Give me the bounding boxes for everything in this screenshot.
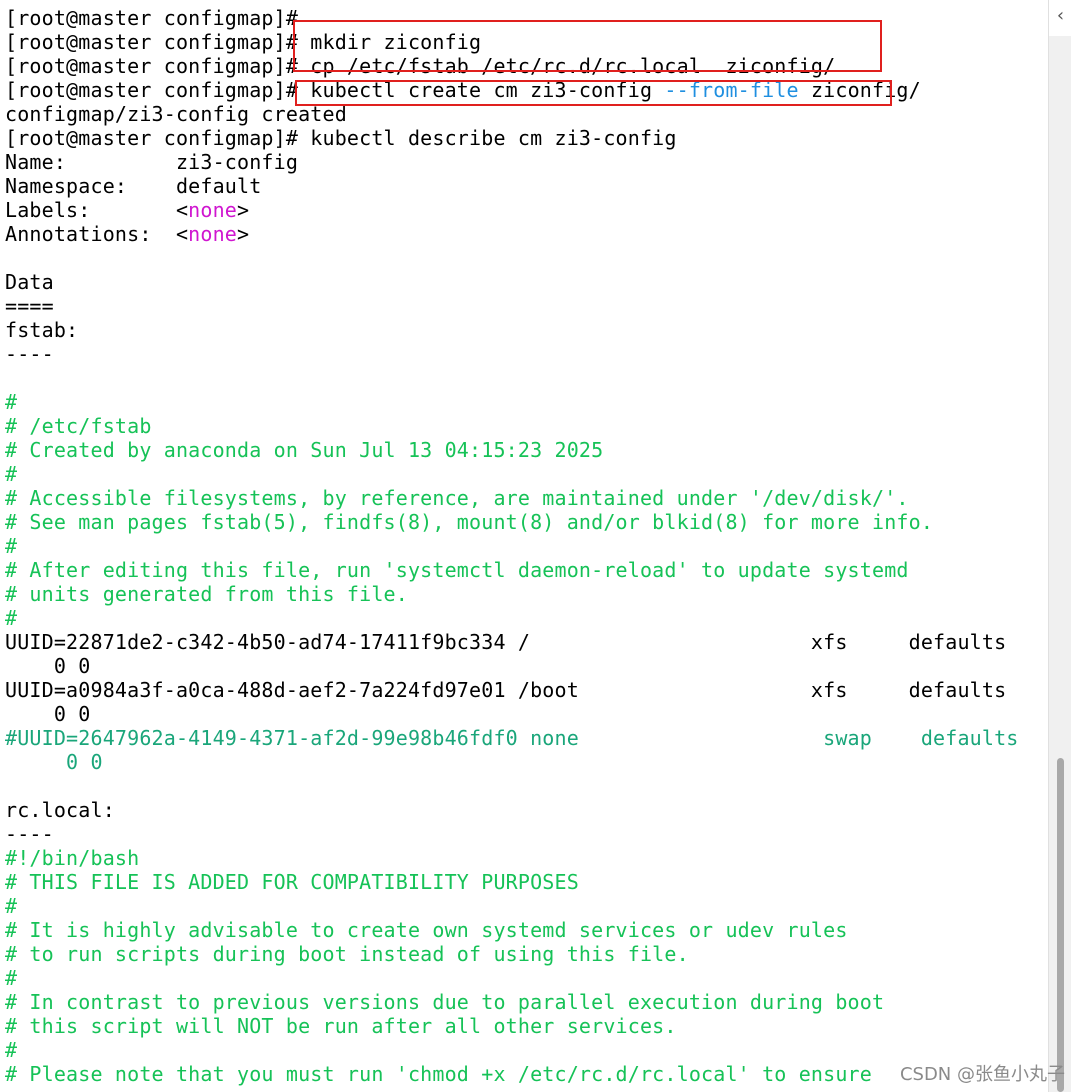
terminal-text: > (237, 222, 250, 246)
terminal-text: 0 0 (5, 750, 103, 774)
terminal-line: # THIS FILE IS ADDED FOR COMPATIBILITY P… (5, 870, 1019, 894)
terminal-line: fstab: (5, 318, 1019, 342)
chevron-left-icon[interactable]: ‹ (1049, 0, 1071, 36)
terminal-text: ---- (5, 822, 54, 846)
terminal-text: Name: zi3-config (5, 150, 299, 174)
terminal-text: #UUID=2647962a-4149-4371-af2d-99e98b46fd… (5, 726, 1019, 750)
terminal-line: # (5, 462, 1019, 486)
terminal-line: ---- (5, 822, 1019, 846)
terminal-text: # (5, 534, 18, 558)
terminal-text: # (5, 462, 18, 486)
terminal-line: #!/bin/bash (5, 846, 1019, 870)
terminal-line: # /etc/fstab (5, 414, 1019, 438)
terminal-line: ---- (5, 342, 1019, 366)
terminal-text: # (5, 966, 18, 990)
watermark: CSDN @张鱼小丸子 (899, 1064, 1065, 1085)
terminal-line: # (5, 534, 1019, 558)
terminal-text: UUID=a0984a3f-a0ca-488d-aef2-7a224fd97e0… (5, 678, 1007, 702)
terminal-text: Annotations: < (5, 222, 189, 246)
terminal-text: # (5, 1038, 18, 1062)
terminal-line: 0 0 (5, 702, 1019, 726)
terminal-line: rc.local: (5, 798, 1019, 822)
terminal-line: # Please note that you must run 'chmod +… (5, 1062, 1019, 1086)
terminal-text: 0 0 (5, 702, 91, 726)
terminal-text: # It is highly advisable to create own s… (5, 918, 848, 942)
terminal-line: # (5, 606, 1019, 630)
terminal-text: [root@master configmap]# kubectl create … (5, 78, 665, 102)
terminal-line: #UUID=2647962a-4149-4371-af2d-99e98b46fd… (5, 726, 1019, 750)
terminal-window[interactable]: [root@master configmap]# [root@master con… (0, 0, 1048, 1092)
terminal-line: # Created by anaconda on Sun Jul 13 04:1… (5, 438, 1019, 462)
terminal-line: # to run scripts during boot instead of … (5, 942, 1019, 966)
terminal-text: Data (5, 270, 54, 294)
terminal-text: [root@master configmap]# cp /etc/fstab /… (5, 54, 836, 78)
terminal-line: # units generated from this file. (5, 582, 1019, 606)
terminal-text: # (5, 390, 18, 414)
terminal-text: fstab: (5, 318, 79, 342)
terminal-line: Data (5, 270, 1019, 294)
terminal-text: configmap/zi3-config created (5, 102, 347, 126)
terminal-text: # After editing this file, run 'systemct… (5, 558, 909, 582)
terminal-text: ziconfig/ (798, 78, 921, 102)
terminal-line: ==== (5, 294, 1019, 318)
terminal-text: Labels: < (5, 198, 189, 222)
terminal-line: 0 0 (5, 750, 1019, 774)
terminal-text: none (188, 222, 238, 246)
terminal-text: ---- (5, 342, 54, 366)
terminal-line: [root@master configmap]# kubectl describ… (5, 126, 1019, 150)
terminal-text: # See man pages fstab(5), findfs(8), mou… (5, 510, 934, 534)
terminal-line: # Accessible filesystems, by reference, … (5, 486, 1019, 510)
terminal-line: UUID=22871de2-c342-4b50-ad74-17411f9bc33… (5, 630, 1019, 654)
terminal-line: Labels: <none> (5, 198, 1019, 222)
terminal-line: # (5, 390, 1019, 414)
terminal-line: [root@master configmap]# cp /etc/fstab /… (5, 54, 1019, 78)
terminal-text: [root@master configmap]# mkdir ziconfig (5, 30, 482, 54)
terminal-line: # See man pages fstab(5), findfs(8), mou… (5, 510, 1019, 534)
terminal-output: [root@master configmap]# [root@master con… (5, 6, 1019, 1086)
terminal-text: # THIS FILE IS ADDED FOR COMPATIBILITY P… (5, 870, 579, 894)
terminal-line: [root@master configmap]# (5, 6, 1019, 30)
terminal-text: # /etc/fstab (5, 414, 152, 438)
terminal-text: [root@master configmap]# (5, 6, 299, 30)
terminal-line: UUID=a0984a3f-a0ca-488d-aef2-7a224fd97e0… (5, 678, 1019, 702)
terminal-text: # Accessible filesystems, by reference, … (5, 486, 909, 510)
terminal-text: #!/bin/bash (5, 846, 140, 870)
terminal-line: Namespace: default (5, 174, 1019, 198)
terminal-line: # After editing this file, run 'systemct… (5, 558, 1019, 582)
terminal-text: # (5, 894, 18, 918)
terminal-text: none (188, 198, 238, 222)
terminal-text: --from-file (664, 78, 799, 102)
terminal-text: # Created by anaconda on Sun Jul 13 04:1… (5, 438, 604, 462)
terminal-line: # this script will NOT be run after all … (5, 1014, 1019, 1038)
terminal-line: [root@master configmap]# kubectl create … (5, 78, 1019, 102)
terminal-text: # this script will NOT be run after all … (5, 1014, 677, 1038)
terminal-line: Name: zi3-config (5, 150, 1019, 174)
terminal-text: # Please note that you must run 'chmod +… (5, 1062, 872, 1086)
terminal-text: > (237, 198, 250, 222)
terminal-text: # In contrast to previous versions due t… (5, 990, 885, 1014)
terminal-line: configmap/zi3-config created (5, 102, 1019, 126)
terminal-line: # (5, 966, 1019, 990)
terminal-line: [root@master configmap]# mkdir ziconfig (5, 30, 1019, 54)
terminal-line: Annotations: <none> (5, 222, 1019, 246)
scrollbar-thumb[interactable] (1057, 758, 1064, 1092)
terminal-text: ==== (5, 294, 54, 318)
vertical-scrollbar[interactable]: ‹ (1048, 0, 1071, 1092)
terminal-text: # to run scripts during boot instead of … (5, 942, 689, 966)
terminal-text: UUID=22871de2-c342-4b50-ad74-17411f9bc33… (5, 630, 1007, 654)
terminal-line: # (5, 1038, 1019, 1062)
terminal-text: # units generated from this file. (5, 582, 408, 606)
terminal-text: [root@master configmap]# kubectl describ… (5, 126, 677, 150)
terminal-text: 0 0 (5, 654, 91, 678)
terminal-text: # (5, 606, 18, 630)
terminal-text: Namespace: default (5, 174, 262, 198)
terminal-text: rc.local: (5, 798, 115, 822)
terminal-line: # (5, 894, 1019, 918)
terminal-line: # It is highly advisable to create own s… (5, 918, 1019, 942)
terminal-line: 0 0 (5, 654, 1019, 678)
terminal-line: # In contrast to previous versions due t… (5, 990, 1019, 1014)
